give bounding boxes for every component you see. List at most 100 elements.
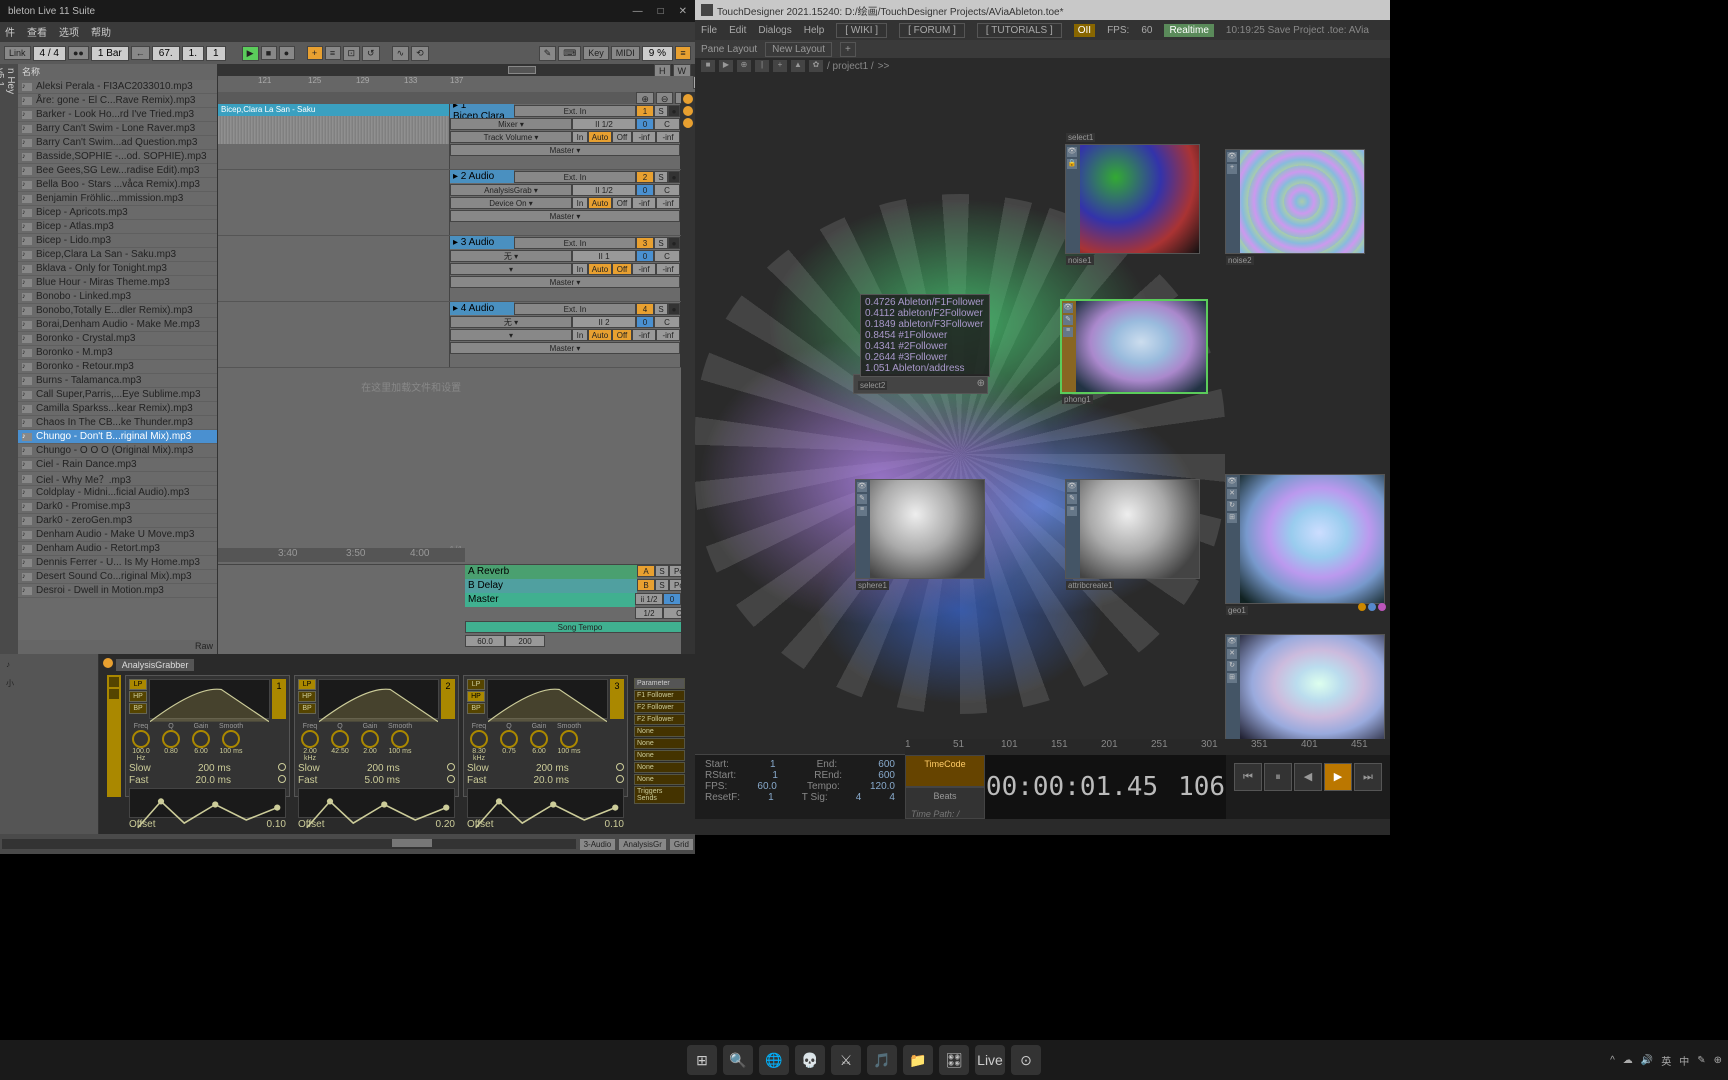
overdub-button[interactable]: + xyxy=(307,46,323,60)
path-flower-icon[interactable]: ✿ xyxy=(809,60,823,72)
monitor-in[interactable]: In xyxy=(572,197,588,209)
song-tempo-label[interactable]: Song Tempo xyxy=(465,621,695,633)
monitor-auto[interactable]: Auto xyxy=(588,329,612,341)
list-item[interactable]: ♪Boronko - Retour.mp3 xyxy=(18,360,217,374)
send-b[interactable]: -inf xyxy=(656,329,680,341)
menu-edit[interactable]: Edit xyxy=(729,25,746,36)
param-slot[interactable]: None xyxy=(634,726,685,737)
monitor-off[interactable]: Off xyxy=(612,131,632,143)
menu-help[interactable]: Help xyxy=(804,25,825,36)
filter-band[interactable]: LPHPBP2Freq2.00 kHzQ42.50Gain2.00Smooth1… xyxy=(294,675,459,797)
envelope-display[interactable] xyxy=(298,788,455,818)
track-number[interactable]: 2 xyxy=(636,171,654,183)
filter-type-button[interactable]: LP xyxy=(467,679,485,690)
bpm-a[interactable]: 67. xyxy=(152,46,180,61)
input-type[interactable]: Ext. In xyxy=(514,105,636,117)
device-save-icon[interactable] xyxy=(109,677,119,687)
taskbar-app-icon[interactable]: 🌐 xyxy=(759,1045,789,1075)
status-track[interactable]: 3-Audio xyxy=(580,839,616,850)
audio-clip[interactable]: Bicep,Clara La San - Saku xyxy=(218,104,449,116)
device-title[interactable]: AnalysisGrabber xyxy=(116,659,195,671)
taskbar-app-icon[interactable]: 💀 xyxy=(795,1045,825,1075)
track-row[interactable]: Bicep,Clara La San - Saku▸ 1 Bicep,Clara… xyxy=(218,104,695,170)
path-target-icon[interactable]: ⊕ xyxy=(737,60,751,72)
next-button[interactable]: ⏭ xyxy=(1354,763,1382,791)
taskbar-app-icon[interactable]: Live xyxy=(975,1045,1005,1075)
bar-select[interactable]: 1 Bar xyxy=(91,46,129,61)
loop-button[interactable]: ⟲ xyxy=(411,46,429,61)
smooth-knob[interactable]: Smooth100 ms xyxy=(388,723,412,762)
track-pan[interactable]: C xyxy=(654,184,680,196)
bpm-left-icon[interactable]: ← xyxy=(131,46,150,60)
reenable-button[interactable]: ↺ xyxy=(362,46,380,61)
monitor-in[interactable]: In xyxy=(572,263,588,275)
list-item[interactable]: ♪Boronko - M.mp3 xyxy=(18,346,217,360)
send-toggle[interactable] xyxy=(683,106,693,116)
list-item[interactable]: ♪Coldplay - Midni...ficial Audio).mp3 xyxy=(18,486,217,500)
tray-ime-zh[interactable]: 中 xyxy=(1679,1053,1689,1068)
solo-button[interactable]: S xyxy=(654,105,668,117)
return-a-send[interactable]: A xyxy=(637,565,655,577)
send-a[interactable]: -inf xyxy=(632,197,656,209)
network-editor[interactable]: select1 👁🔒 noise1 👁+ noise2 👁✎≡ phong1 s… xyxy=(695,74,1390,754)
monitor-auto[interactable]: Auto xyxy=(588,131,612,143)
bpm-b[interactable]: 1. xyxy=(182,46,204,61)
param-slot[interactable]: F1 Follower xyxy=(634,690,685,701)
input-ch[interactable]: II 1/2 xyxy=(572,184,636,196)
envelope-display[interactable] xyxy=(129,788,286,818)
fast-value[interactable]: 20.0 ms xyxy=(195,775,231,786)
list-item[interactable]: ♪Camilla Sparkss...kear Remix).mp3 xyxy=(18,402,217,416)
arm-button[interactable]: ● xyxy=(668,303,680,315)
monitor-in[interactable]: In xyxy=(572,329,588,341)
pencil-icon[interactable]: ✎ xyxy=(539,46,557,61)
track-number[interactable]: 1 xyxy=(636,105,654,117)
automation-button[interactable]: ≡ xyxy=(325,46,341,60)
input-type[interactable]: Ext. In xyxy=(514,237,636,249)
status-device[interactable]: AnalysisGr xyxy=(619,839,666,850)
filter-type-button[interactable]: HP xyxy=(129,691,147,702)
list-item[interactable]: ♪Dennis Ferrer - U... Is My Home.mp3 xyxy=(18,556,217,570)
timecode-mode[interactable]: TimeCode xyxy=(905,755,985,787)
menu-dialogs[interactable]: Dialogs xyxy=(758,25,791,36)
browser-side-tabs[interactable]: n Hey v5.1 nativ xyxy=(0,64,18,654)
list-item[interactable]: ♪Bicep - Lido.mp3 xyxy=(18,234,217,248)
input-type[interactable]: Ext. In xyxy=(514,171,636,183)
list-item[interactable]: ♪Call Super,Parris,...Eye Sublime.mp3 xyxy=(18,388,217,402)
minimize-button[interactable]: — xyxy=(633,6,643,17)
windows-taskbar[interactable]: ⊞🔍🌐💀⚔🎵📁🎛Live⊙ ^ ☁ 🔊 英 中 ✎ ⊕ xyxy=(0,1040,1728,1080)
midi-button[interactable]: MIDI xyxy=(611,46,640,60)
gain-knob[interactable]: Gain6.00 xyxy=(189,723,213,762)
gain-knob[interactable]: Gain2.00 xyxy=(358,723,382,762)
list-item[interactable]: ♪Bonobo - Linked.mp3 xyxy=(18,290,217,304)
tracks-area[interactable]: Bicep,Clara La San - Saku▸ 1 Bicep,Clara… xyxy=(218,104,695,654)
overview-locator[interactable] xyxy=(508,66,536,74)
automation-arm-button[interactable]: ⊡ xyxy=(343,46,361,61)
list-item[interactable]: ♪Dark0 - zeroGen.mp3 xyxy=(18,514,217,528)
flag-orange-icon[interactable] xyxy=(1358,603,1366,611)
list-item[interactable]: ♪Bonobo,Totally E...dler Remix).mp3 xyxy=(18,304,217,318)
arm-button[interactable]: ● xyxy=(668,105,680,117)
list-item[interactable]: ♪Chungo - Don't B...riginal Mix).mp3 xyxy=(18,430,217,444)
list-item[interactable]: ♪Åre: gone - El C...Rave Remix).mp3 xyxy=(18,94,217,108)
send-b[interactable]: -inf xyxy=(656,263,680,275)
overview[interactable]: H W xyxy=(218,64,695,76)
node-select2[interactable]: select2 ⊕ xyxy=(853,374,988,394)
arm-button[interactable]: ● xyxy=(668,171,680,183)
master-label[interactable]: Master xyxy=(465,593,635,607)
slow-value[interactable]: 200 ms xyxy=(536,763,569,774)
list-item[interactable]: ♪Dark0 - Promise.mp3 xyxy=(18,500,217,514)
track-pan[interactable]: C xyxy=(654,118,680,130)
filter-type-button[interactable]: BP xyxy=(298,703,316,714)
frame-ruler[interactable]: 1 51 101 151 201 251 301 351 401 451 xyxy=(905,739,1390,755)
device-chain[interactable]: AnalysisGrabber LPHPBP1Freq100.0 HzQ0.80… xyxy=(99,654,695,834)
tempo-min[interactable]: 60.0 xyxy=(465,635,505,647)
solo-button[interactable]: S xyxy=(654,303,668,315)
input-ch[interactable]: II 2 xyxy=(572,316,636,328)
td-titlebar[interactable]: TouchDesigner 2021.15240: D:/绘画/TouchDes… xyxy=(695,0,1390,20)
list-item[interactable]: ♪Chaos In The CB...ke Thunder.mp3 xyxy=(18,416,217,430)
list-item[interactable]: ♪Barker - Look Ho...rd I've Tried.mp3 xyxy=(18,108,217,122)
pane-layout-label[interactable]: Pane Layout xyxy=(701,44,757,55)
track-header[interactable]: ▸ 4 Audio xyxy=(450,302,514,315)
device-enable-icon[interactable] xyxy=(103,658,113,668)
track-vol[interactable]: 0 xyxy=(636,118,654,130)
